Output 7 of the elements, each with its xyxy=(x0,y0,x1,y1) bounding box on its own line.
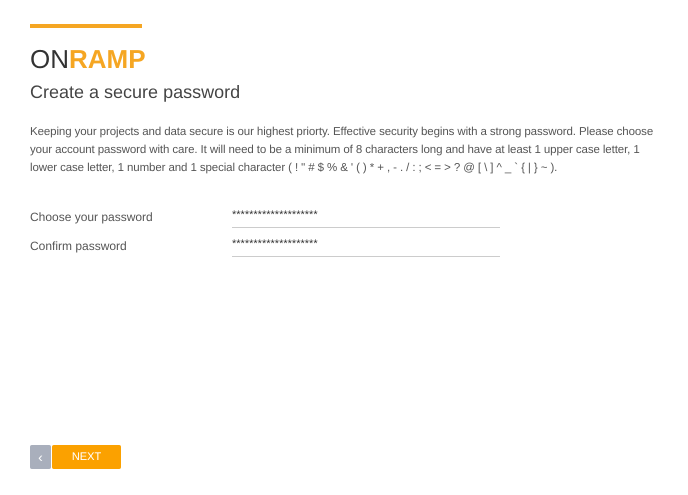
password-field[interactable]: ******************** xyxy=(232,234,500,257)
logo: ONRAMP xyxy=(30,44,146,74)
page-heading: Create a secure password xyxy=(30,82,240,103)
password-field[interactable]: ******************** xyxy=(232,205,500,228)
intro-text: Keeping your projects and data secure is our highest priorty. Effective security begins with a strong password. Please choose your account password with care. It will need to be a minimum of 8 characters long and have at least 1 upper case letter, 1 lower case letter, 1 number and 1 special character ( ! " # $ % & ' ( ) * + , - . / : ; < = > ? @ [ \ ] ^ _ ` { | } ~ ). xyxy=(30,125,654,176)
field-label: Choose your password xyxy=(30,210,154,224)
field-label: Confirm password xyxy=(30,238,128,252)
